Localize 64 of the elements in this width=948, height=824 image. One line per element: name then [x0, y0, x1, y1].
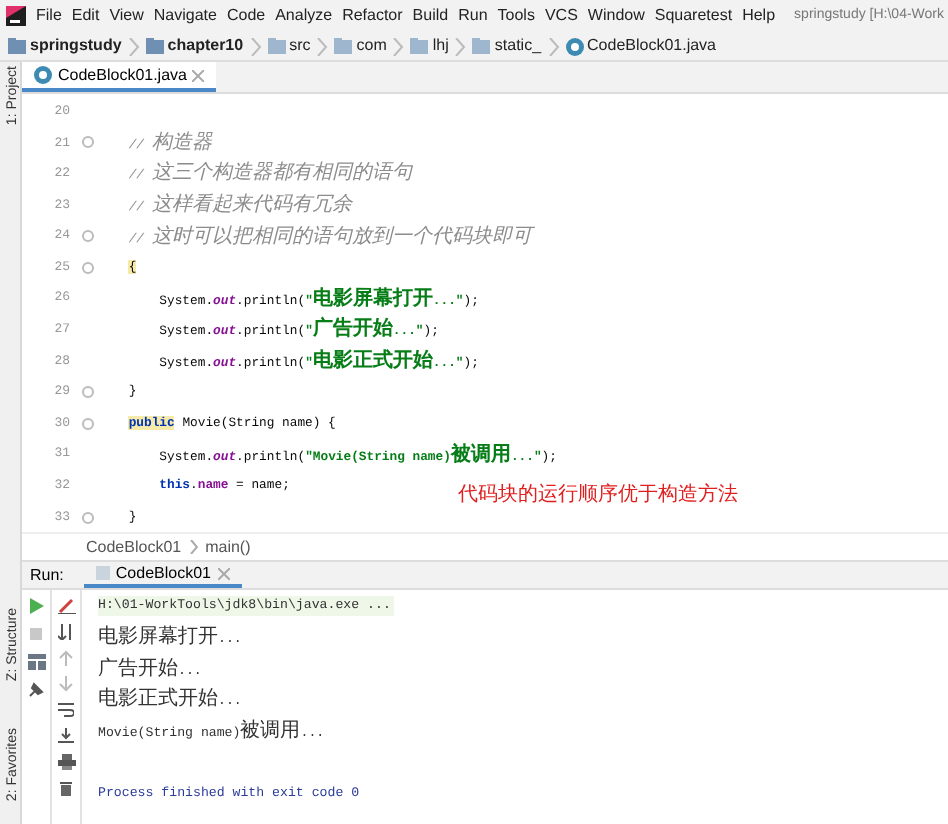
fold-marker-icon[interactable]	[81, 417, 93, 430]
breadcrumb-item[interactable]: CodeBlock01	[86, 535, 182, 560]
chevron-icon	[454, 37, 467, 55]
breadcrumb-item[interactable]: chapter10	[167, 34, 244, 58]
app-logo-icon	[6, 6, 26, 26]
module-folder-icon	[8, 38, 26, 54]
folder-icon	[334, 38, 353, 54]
class-icon	[34, 66, 52, 84]
trash-icon[interactable]	[58, 780, 74, 797]
menu-item[interactable]: Squaretest	[654, 4, 733, 28]
menu-item[interactable]: Navigate	[153, 4, 217, 28]
chevron-icon	[392, 37, 405, 55]
fold-marker-icon[interactable]	[81, 261, 93, 274]
fold-marker-icon[interactable]	[81, 230, 93, 243]
menu-item[interactable]: Refactor	[342, 4, 403, 28]
fold-marker-icon[interactable]	[81, 136, 93, 149]
folder-icon	[267, 38, 286, 54]
close-icon[interactable]	[192, 69, 205, 81]
fold-marker-icon[interactable]	[81, 511, 93, 524]
chevron-icon	[127, 37, 140, 55]
down-arrow-icon[interactable]	[58, 676, 74, 693]
stop-icon[interactable]	[28, 626, 44, 643]
chevron-icon	[547, 37, 560, 55]
up-arrow-icon[interactable]	[58, 650, 74, 667]
folder-icon	[410, 38, 429, 54]
file-tab[interactable]: CodeBlock01.java	[22, 62, 217, 92]
menu-item[interactable]: View	[109, 4, 144, 28]
fold-marker-icon[interactable]	[81, 386, 93, 399]
menu-item[interactable]: File	[36, 4, 62, 28]
module-folder-icon	[145, 38, 164, 54]
breadcrumb-item[interactable]: springstudy	[30, 34, 122, 58]
chevron-icon	[316, 37, 329, 55]
menu-item[interactable]: Tools	[497, 4, 535, 28]
pin-icon[interactable]	[28, 682, 44, 699]
breadcrumb-item[interactable]: lhj	[432, 34, 449, 58]
run-tab[interactable]: CodeBlock01	[83, 562, 241, 589]
menu-item[interactable]: Run	[458, 4, 488, 28]
menu-item[interactable]: Edit	[71, 4, 100, 28]
menu-item[interactable]: Build	[412, 4, 449, 28]
menu-item[interactable]: Window	[587, 4, 645, 28]
breadcrumb-item[interactable]: static_	[494, 34, 542, 58]
rerun-icon[interactable]	[57, 598, 75, 615]
play-icon[interactable]	[28, 598, 44, 615]
soft-wrap-icon[interactable]	[58, 702, 74, 719]
menu-item[interactable]: VCS	[544, 4, 578, 28]
layout-icon[interactable]	[27, 654, 45, 671]
class-icon	[565, 37, 584, 55]
menu-item[interactable]: Help	[742, 4, 776, 28]
breadcrumb-item[interactable]: main()	[205, 535, 251, 560]
breadcrumb-item[interactable]: CodeBlock01.java	[587, 34, 716, 58]
menu-item[interactable]: Analyze	[275, 4, 333, 28]
chevron-icon	[249, 37, 262, 55]
close-icon[interactable]	[217, 567, 229, 580]
breadcrumb-item[interactable]: src	[289, 34, 311, 58]
annotation-text: 代码块的运行顺序优于构造方法	[458, 481, 738, 510]
console-icon	[95, 566, 110, 581]
breadcrumb-item[interactable]: com	[356, 34, 387, 58]
sort-icon[interactable]	[58, 624, 74, 641]
scroll-to-end-icon[interactable]	[58, 728, 74, 745]
print-icon[interactable]	[57, 754, 75, 771]
chevron-icon	[189, 540, 198, 555]
menu-item[interactable]: Code	[226, 4, 266, 28]
folder-icon	[472, 38, 491, 54]
run-label: Run:	[30, 563, 64, 588]
